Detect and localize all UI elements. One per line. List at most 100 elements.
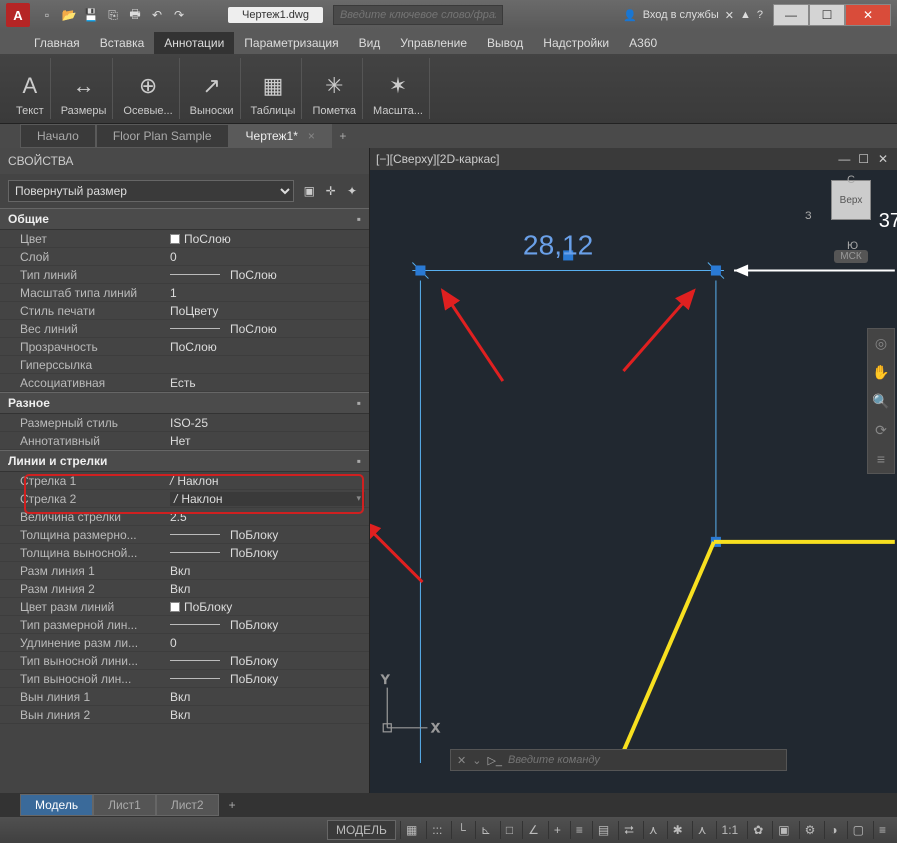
command-input[interactable]	[508, 754, 780, 766]
property-row[interactable]: Тип линийПоСлою	[0, 266, 369, 284]
new-layout-button[interactable]: +	[219, 795, 246, 815]
ribbon-tab-1[interactable]: Вставка	[90, 32, 155, 54]
open-icon[interactable]: 📂	[60, 6, 78, 24]
saveas-icon[interactable]: ⎘	[104, 6, 122, 24]
property-row[interactable]: Стрелка 1/ Наклон	[0, 472, 369, 490]
quick-select-icon[interactable]: ▣	[300, 182, 318, 200]
scale-label[interactable]: 1:1	[716, 821, 744, 839]
command-options-icon[interactable]: ⌄	[472, 754, 481, 767]
a360-icon[interactable]: ▲	[740, 9, 751, 21]
drawing-viewport[interactable]: [−][Сверху][2D-каркас] — ☐ ✕	[370, 148, 897, 793]
app-logo[interactable]: A	[6, 3, 30, 27]
property-row[interactable]: Гиперссылка	[0, 356, 369, 374]
ribbon-group-0[interactable]: AТекст	[10, 58, 51, 119]
zoom-extents-icon[interactable]: 🔍	[868, 387, 894, 416]
ribbon-tab-2[interactable]: Аннотации	[154, 32, 234, 54]
help-icon[interactable]: ?	[757, 9, 763, 21]
pan-icon[interactable]: ✋	[868, 358, 894, 387]
lineweight-icon[interactable]: ≡	[570, 821, 588, 839]
property-row[interactable]: Тип размерной лин...ПоБлоку	[0, 616, 369, 634]
property-row[interactable]: АннотативныйНет	[0, 432, 369, 450]
property-row[interactable]: Толщина размерно...ПоБлоку	[0, 526, 369, 544]
property-row[interactable]: Толщина выносной...ПоБлоку	[0, 544, 369, 562]
viewcube-south[interactable]: Ю	[847, 240, 858, 252]
minimize-button[interactable]: —	[773, 4, 809, 26]
property-row[interactable]: Величина стрелки2.5	[0, 508, 369, 526]
property-row[interactable]: Слой0	[0, 248, 369, 266]
ribbon-tab-3[interactable]: Параметризация	[234, 32, 348, 54]
ribbon-group-3[interactable]: ↗Выноски	[184, 58, 241, 119]
ribbon-group-6[interactable]: ✶Масшта...	[367, 58, 430, 119]
viewcube[interactable]: С З Верх 37 Ю МСК	[811, 176, 891, 286]
layout-tab-2[interactable]: Лист2	[156, 794, 219, 816]
ribbon-tab-4[interactable]: Вид	[349, 32, 391, 54]
ribbon-tab-5[interactable]: Управление	[390, 32, 477, 54]
property-row[interactable]: Разм линия 1Вкл	[0, 562, 369, 580]
property-row[interactable]: Удлинение разм ли...0	[0, 634, 369, 652]
file-tab-2[interactable]: Чертеж1*×	[229, 124, 332, 148]
layout-tab-0[interactable]: Модель	[20, 794, 93, 816]
signin-icon[interactable]: 👤	[623, 9, 637, 22]
undo-icon[interactable]: ↶	[148, 6, 166, 24]
signin-label[interactable]: Вход в службы	[643, 9, 719, 21]
isolate-icon[interactable]: ◑	[824, 821, 842, 839]
ribbon-tab-7[interactable]: Надстройки	[533, 32, 619, 54]
close-icon[interactable]: ×	[308, 129, 315, 143]
polar-icon[interactable]: ⊾	[475, 821, 496, 839]
orbit-icon[interactable]: ⟳	[868, 416, 894, 445]
new-icon[interactable]: ▫	[38, 6, 56, 24]
property-row[interactable]: Тип выносной лин...ПоБлоку	[0, 670, 369, 688]
property-row[interactable]: ЦветПоСлою	[0, 230, 369, 248]
vp-close-icon[interactable]: ✕	[875, 152, 891, 166]
filter-icon[interactable]: ✦	[343, 182, 361, 200]
command-close-icon[interactable]: ✕	[457, 754, 466, 767]
viewport-label[interactable]: [−][Сверху][2D-каркас]	[376, 152, 500, 166]
status-model-button[interactable]: МОДЕЛЬ	[327, 820, 396, 840]
property-row[interactable]: Масштаб типа линий1	[0, 284, 369, 302]
ortho-icon[interactable]: └	[451, 821, 471, 839]
save-icon[interactable]: 💾	[82, 6, 100, 24]
osnap-icon[interactable]: □	[500, 821, 518, 839]
autoscale-icon[interactable]: ⋏	[692, 821, 712, 839]
ribbon-tab-8[interactable]: A360	[619, 32, 667, 54]
redo-icon[interactable]: ↷	[170, 6, 188, 24]
exchange-icon[interactable]: ✕	[725, 9, 734, 22]
property-row[interactable]: Вес линийПоСлою	[0, 320, 369, 338]
ribbon-tab-0[interactable]: Главная	[24, 32, 90, 54]
layout-tab-1[interactable]: Лист1	[93, 794, 156, 816]
property-row[interactable]: Стиль печатиПоЦвету	[0, 302, 369, 320]
monitor-icon[interactable]: ▣	[772, 821, 794, 839]
maximize-button[interactable]: ☐	[809, 4, 845, 26]
annotation-scale-icon[interactable]: ⋏	[643, 821, 663, 839]
selection-type-dropdown[interactable]: Повернутый размер	[8, 180, 294, 202]
property-row[interactable]: Вын линия 2Вкл	[0, 706, 369, 724]
property-section[interactable]: Разное▪	[0, 392, 369, 414]
steering-wheel-icon[interactable]: ◎	[868, 329, 894, 358]
viewcube-west[interactable]: З	[805, 210, 812, 222]
property-row[interactable]: Вын линия 1Вкл	[0, 688, 369, 706]
snap-icon[interactable]: :::	[426, 821, 447, 839]
keyword-search-input[interactable]	[333, 5, 503, 25]
transparency-icon[interactable]: ▤	[592, 821, 614, 839]
ribbon-group-2[interactable]: ⊕Осевые...	[117, 58, 179, 119]
file-tab-0[interactable]: Начало	[20, 124, 96, 148]
dynamic-input-icon[interactable]: +	[548, 821, 566, 839]
property-row[interactable]: АссоциативнаяЕсть	[0, 374, 369, 392]
customize-icon[interactable]: ≡	[873, 821, 891, 839]
new-file-tab-button[interactable]: +	[332, 125, 354, 147]
property-row[interactable]: Стрелка 2/ Наклон	[0, 490, 369, 508]
ribbon-group-1[interactable]: ↔Размеры	[55, 58, 114, 119]
property-section[interactable]: Линии и стрелки▪	[0, 450, 369, 472]
hardware-accel-icon[interactable]: ⚙	[799, 821, 821, 839]
ribbon-group-4[interactable]: ▦Таблицы	[245, 58, 303, 119]
otrack-icon[interactable]: ∠	[522, 821, 544, 839]
property-section[interactable]: Общие▪	[0, 208, 369, 230]
file-tab-1[interactable]: Floor Plan Sample	[96, 124, 229, 148]
property-row[interactable]: ПрозрачностьПоСлою	[0, 338, 369, 356]
property-row[interactable]: Цвет разм линийПоБлоку	[0, 598, 369, 616]
vp-maximize-icon[interactable]: ☐	[856, 152, 872, 166]
workspace-icon[interactable]: ✿	[747, 821, 768, 839]
viewcube-north[interactable]: С	[847, 174, 855, 186]
property-row[interactable]: Разм линия 2Вкл	[0, 580, 369, 598]
cycling-icon[interactable]: ⮂	[618, 821, 639, 840]
